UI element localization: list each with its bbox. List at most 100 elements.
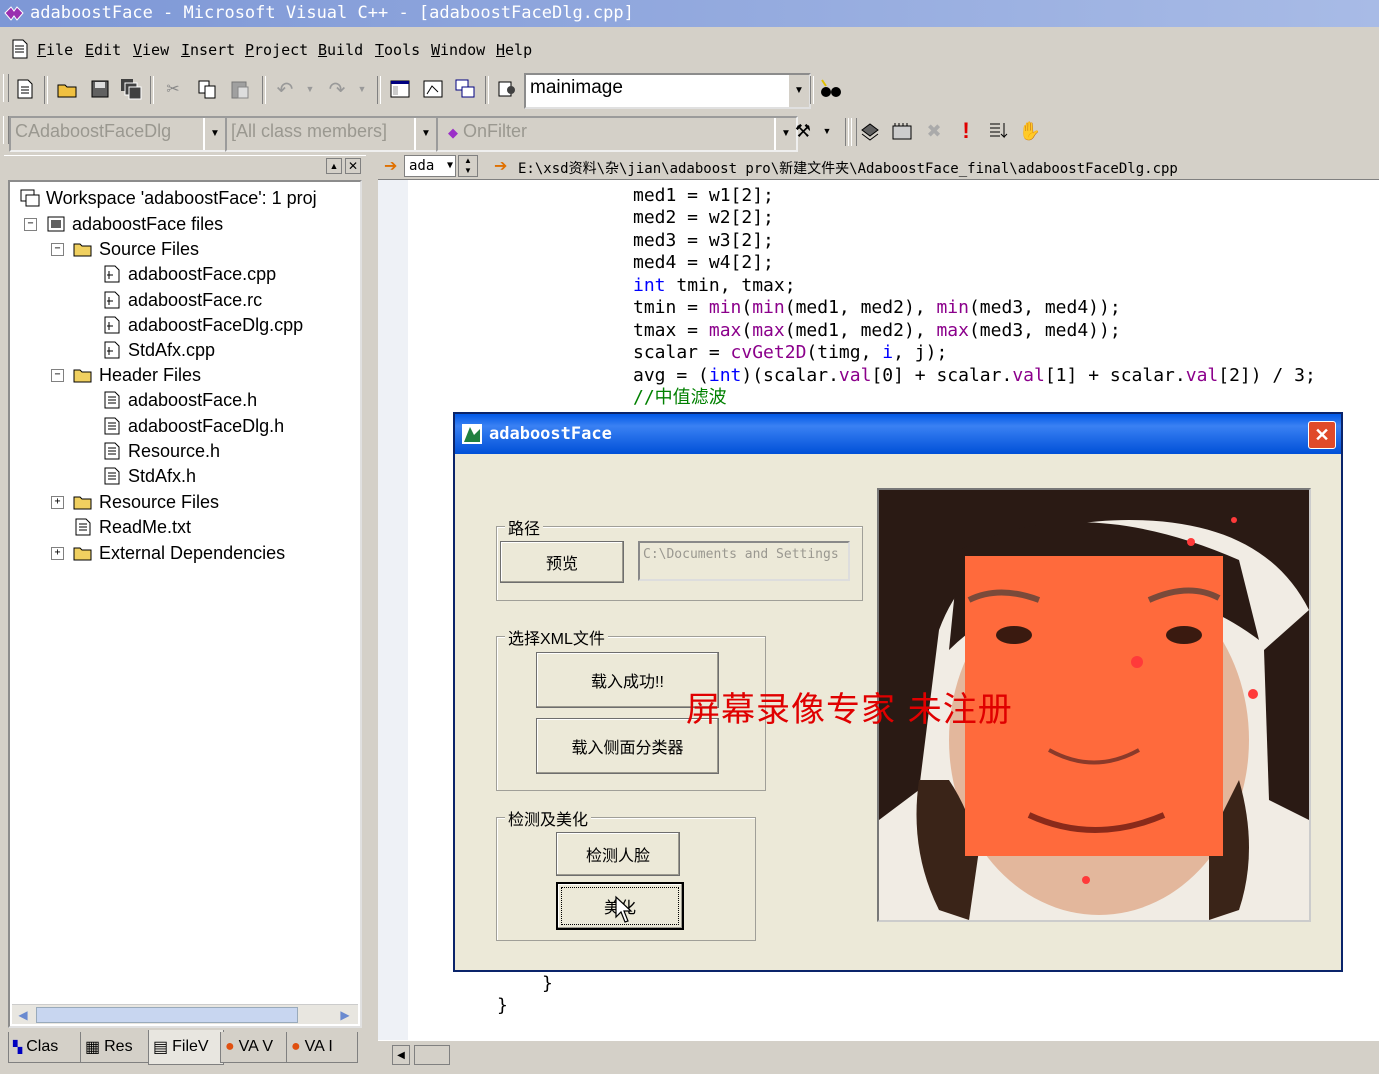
tab-class-view[interactable]: ▚ Clas [8,1032,84,1063]
execute-icon[interactable]: ! [953,118,979,144]
preview-button[interactable]: 预览 [500,541,624,583]
output-window-icon[interactable] [420,76,446,102]
wizard-wand-icon[interactable]: ⚒ [790,118,816,144]
tree-project[interactable]: adaboostFace files [46,212,223,236]
tree-resource-folder[interactable]: Resource Files [73,490,219,514]
menu-edit[interactable]: Edit [85,41,121,59]
cut-icon[interactable]: ✂ [160,76,186,102]
navigate-arrow-icon[interactable]: ➔ [384,156,397,176]
menu-project[interactable]: Project [245,41,308,59]
menu-window[interactable]: Window [431,41,485,59]
collapse-project-icon[interactable]: − [24,218,37,231]
chevron-down-icon[interactable]: ▼ [414,118,436,150]
undo-icon[interactable]: ↶ [272,76,298,102]
editor-hscroll-thumb[interactable] [414,1045,450,1065]
tab-resource-view[interactable]: ▦ Res [80,1032,152,1063]
class-combo[interactable]: CAdaboostFaceDlg ▼ [9,116,227,152]
chevron-down-icon[interactable]: ▼ [203,118,225,150]
redo-icon[interactable]: ↷ [324,76,350,102]
method-diamond-icon: ◆ [448,125,458,140]
close-icon[interactable]: ✕ [1308,421,1336,449]
undo-dropdown-icon[interactable]: ▼ [297,76,323,102]
text-file-icon [75,518,91,536]
collapse-source-icon[interactable]: − [51,243,64,256]
tree-file[interactable]: adaboostFace.cpp [102,262,276,286]
workspace-header: ▲ ✕ [4,155,366,177]
chevron-down-icon[interactable]: ▼ [787,75,809,107]
tab-file-view[interactable]: ▤ FileV [148,1030,224,1065]
tree-file[interactable]: StdAfx.cpp [102,338,215,362]
compile-icon[interactable] [857,118,883,144]
wizard-bar: CAdaboostFaceDlg ▼ [All class members] ▼… [0,112,1379,152]
code-line: avg = (int)(scalar.val[0] + scalar.val[1… [633,365,1316,386]
workspace-window-icon[interactable] [387,76,413,102]
filter-combo[interactable]: [All class members] ▼ [225,116,438,152]
tab-va-outline[interactable]: ● VA I [286,1032,358,1063]
save-icon[interactable] [87,76,113,102]
nav-spin-icon[interactable]: ▲ ▼ [458,155,478,177]
collapse-header-icon[interactable]: − [51,369,64,382]
class-combo-value: CAdaboostFaceDlg [15,121,172,141]
scroll-right-icon[interactable]: ▶ [336,1006,354,1024]
save-all-icon[interactable] [118,76,144,102]
detect-face-button[interactable]: 检测人脸 [556,832,680,876]
tree-file[interactable]: Resource.h [102,439,220,463]
code-line: med2 = w2[2]; [633,207,774,228]
window-title: adaboostFace - Microsoft Visual C++ - [a… [30,3,634,23]
redo-dropdown-icon[interactable]: ▼ [349,76,375,102]
find-binoculars-icon[interactable] [818,76,844,102]
tree-source-folder[interactable]: Source Files [73,237,199,261]
rc-file-icon [104,291,120,309]
tree-file[interactable]: adaboostFace.rc [102,288,262,312]
path-field[interactable]: C:\Documents and Settings [638,541,850,581]
editor-gutter [378,180,408,1040]
new-text-file-icon[interactable] [12,76,38,102]
tree-readme[interactable]: ReadMe.txt [73,515,191,539]
find-combo[interactable]: mainimage ▼ [524,73,811,109]
nav-combo[interactable]: ada ▼ [404,155,456,177]
menu-help[interactable]: Help [496,41,532,59]
tab-va-view[interactable]: ● VA V [220,1032,290,1063]
go-icon[interactable] [985,118,1011,144]
workspace-icon [20,189,40,207]
document-menu-icon[interactable] [12,39,28,59]
dock-toggle-icon[interactable]: ▲ [326,158,342,174]
code-line: scalar = cvGet2D(timg, i, j); [633,342,948,363]
stop-build-icon[interactable]: ✖ [921,118,947,144]
tree-workspace-root[interactable]: Workspace 'adaboostFace': 1 proj [20,186,317,210]
editor-navigation-bar: ➔ ada ▼ ▲ ▼ ➔ E:\xsd资料\杂\jian\adaboost pr… [378,153,1379,180]
chevron-down-icon[interactable]: ▼ [447,156,453,176]
open-folder-icon[interactable] [54,76,80,102]
file-arrow-icon[interactable]: ➔ [494,156,507,176]
tree-file[interactable]: StdAfx.h [102,464,196,488]
code-comment-line: //中值滤波 [633,387,727,408]
tree-file[interactable]: adaboostFace.h [102,388,257,412]
menu-insert[interactable]: Insert [181,41,235,59]
scroll-left-icon[interactable]: ◀ [392,1045,410,1065]
tree-file[interactable]: adaboostFaceDlg.h [102,414,284,438]
expand-external-icon[interactable]: + [51,547,64,560]
close-icon[interactable]: ✕ [345,158,361,174]
scroll-thumb[interactable] [36,1007,298,1023]
scroll-left-icon[interactable]: ◀ [14,1006,32,1024]
paste-icon[interactable] [227,76,253,102]
expand-resource-icon[interactable]: + [51,496,64,509]
editor-bottom-bar: ◀ [378,1040,1379,1070]
tree-horizontal-scrollbar[interactable]: ◀ ▶ [12,1004,358,1024]
code-line: int tmin, tmax; [633,275,796,296]
tree-external-folder[interactable]: External Dependencies [73,541,285,565]
breakpoint-hand-icon[interactable]: ✋ [1017,118,1043,144]
build-icon[interactable] [889,118,915,144]
tree-header-folder[interactable]: Header Files [73,363,201,387]
window-list-icon[interactable] [452,76,478,102]
find-in-files-icon[interactable] [495,76,521,102]
menu-tools[interactable]: Tools [375,41,420,59]
menu-file[interactable]: File [37,41,73,59]
open-folder-icon [73,369,92,383]
wizard-dropdown-icon[interactable]: ▼ [814,118,840,144]
copy-icon[interactable] [194,76,220,102]
menu-build[interactable]: Build [318,41,363,59]
tree-file[interactable]: adaboostFaceDlg.cpp [102,313,303,337]
menu-view[interactable]: View [133,41,169,59]
member-combo[interactable]: ◆ OnFilter ▼ [436,116,798,152]
